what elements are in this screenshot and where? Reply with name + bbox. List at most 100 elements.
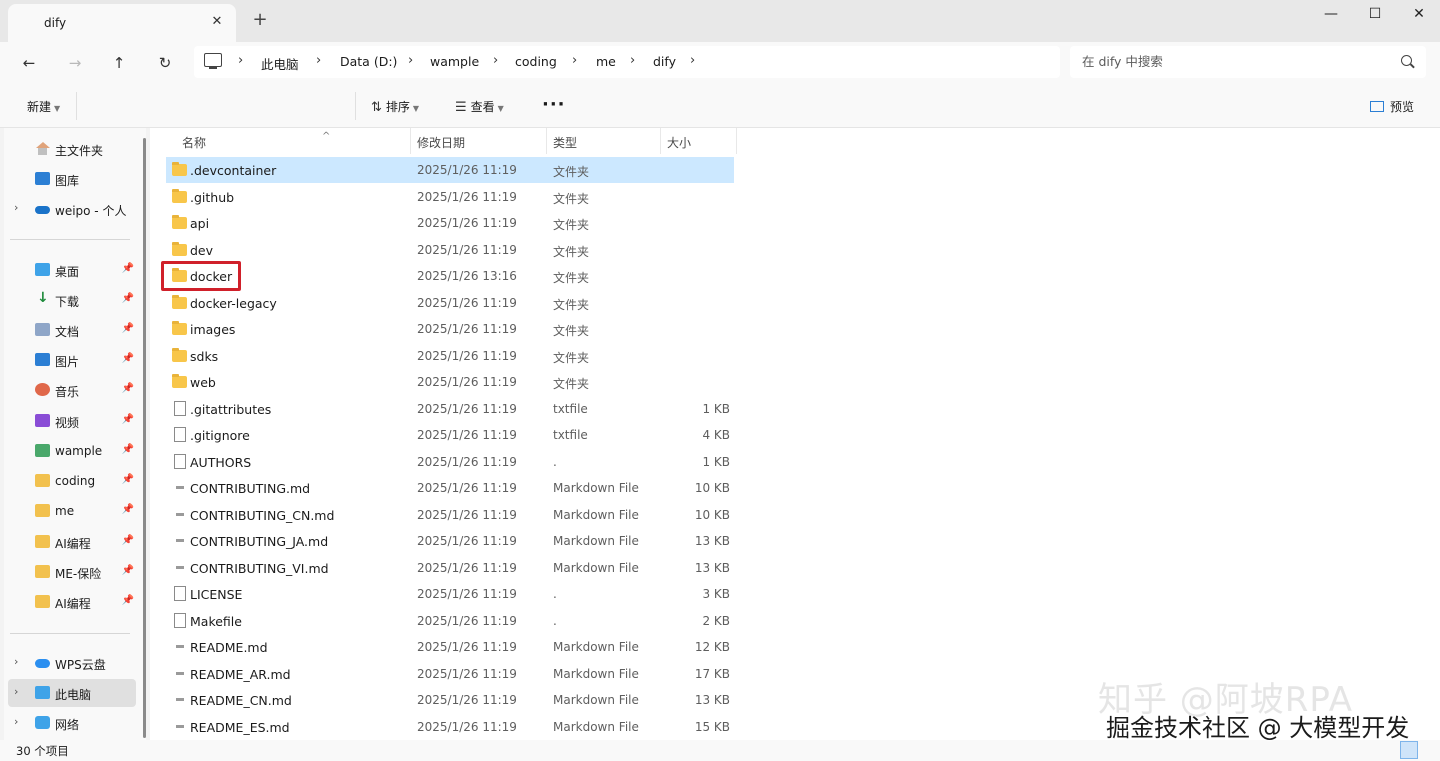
pin-icon[interactable]: 📌 (122, 474, 134, 485)
file-row[interactable]: README_AR.md 2025/1/26 11:19 Markdown File… (166, 661, 734, 687)
sidebar-item-videos[interactable]: 视频 📌 (8, 407, 136, 435)
file-row[interactable]: docker-legacy 2025/1/26 11:19 文件夹 (166, 290, 734, 316)
file-row[interactable]: .devcontainer 2025/1/26 11:19 文件夹 (166, 157, 734, 183)
file-row[interactable]: CONTRIBUTING_VI.md 2025/1/26 11:19 Markdow… (166, 555, 734, 581)
file-row[interactable]: web 2025/1/26 11:19 文件夹 (166, 369, 734, 395)
chevron-right-icon[interactable]: › (690, 53, 695, 68)
chevron-right-icon[interactable]: › (238, 53, 243, 68)
column-header-name[interactable]: 名称 ^ (182, 131, 410, 154)
chevron-right-icon[interactable]: › (14, 685, 18, 698)
column-header-date[interactable]: 修改日期 (417, 132, 545, 154)
chevron-right-icon[interactable]: › (14, 201, 18, 214)
sidebar-item-ai-coding-2[interactable]: AI编程 📌 (8, 588, 136, 616)
pin-icon[interactable]: 📌 (122, 504, 134, 515)
file-row[interactable]: docker 2025/1/26 13:16 文件夹 (166, 263, 734, 289)
sidebar-item-coding[interactable]: coding 📌 (8, 467, 136, 495)
file-row[interactable]: README.md 2025/1/26 11:19 Markdown File 12 … (166, 634, 734, 660)
details-view-icon[interactable] (1400, 741, 1418, 759)
breadcrumb-this-pc[interactable]: 此电脑 (261, 54, 299, 73)
pin-icon[interactable]: 📌 (122, 263, 134, 274)
sidebar-item-me-insurance[interactable]: ME-保险 📌 (8, 558, 136, 586)
file-row[interactable]: AUTHORS 2025/1/26 11:19. 1 KB (166, 449, 734, 475)
tab-dify[interactable]: dify ✕ (8, 4, 236, 42)
file-row[interactable]: sdks 2025/1/26 11:19 文件夹 (166, 343, 734, 369)
search-input[interactable] (1082, 54, 1382, 69)
file-row[interactable]: api 2025/1/26 11:19 文件夹 (166, 210, 734, 236)
breadcrumb-data-d[interactable]: Data (D:) (340, 54, 397, 69)
sidebar-item-this-pc[interactable]: › 此电脑 (8, 679, 136, 707)
more-options-button[interactable]: ··· (542, 94, 566, 115)
pin-icon[interactable]: 📌 (122, 444, 134, 455)
tiles-view-icon[interactable] (1420, 741, 1438, 759)
pin-icon[interactable]: 📌 (122, 535, 134, 546)
chevron-right-icon[interactable]: › (316, 53, 321, 68)
search-box[interactable] (1070, 46, 1426, 78)
column-divider[interactable] (660, 128, 661, 154)
breadcrumb-coding[interactable]: coding (515, 54, 557, 69)
sidebar-item-wample[interactable]: wample 📌 (8, 437, 136, 465)
chevron-right-icon[interactable]: › (14, 715, 18, 728)
tab-close-icon[interactable]: ✕ (208, 13, 226, 31)
sidebar-item-network[interactable]: › 网络 (8, 709, 136, 737)
sidebar-item-documents[interactable]: 文档 📌 (8, 316, 136, 344)
column-divider[interactable] (546, 128, 547, 154)
chevron-right-icon[interactable]: › (630, 53, 635, 68)
new-button[interactable]: 新建 ▼ (27, 98, 60, 115)
search-icon[interactable] (1401, 55, 1412, 66)
file-row[interactable]: .gitattributes 2025/1/26 11:19 txtfile 1 KB (166, 396, 734, 422)
sidebar-scrollbar[interactable] (143, 138, 146, 738)
breadcrumb-dify[interactable]: dify (653, 54, 676, 69)
chevron-right-icon[interactable]: › (572, 53, 577, 68)
up-arrow-icon[interactable]: ↑ (106, 50, 132, 76)
pin-icon[interactable]: 📌 (122, 353, 134, 364)
sort-button[interactable]: ⇅ 排序 ▼ (371, 98, 419, 115)
file-row[interactable]: CONTRIBUTING.md 2025/1/26 11:19 Markdown F… (166, 475, 734, 501)
address-bar[interactable]: › 此电脑 › Data (D:) › wample › coding › me… (194, 46, 1060, 78)
chevron-right-icon[interactable]: › (14, 655, 18, 668)
pin-icon[interactable]: 📌 (122, 565, 134, 576)
breadcrumb-me[interactable]: me (596, 54, 616, 69)
sidebar-item-ai-coding[interactable]: AI编程 📌 (8, 528, 136, 556)
file-row[interactable]: CONTRIBUTING_JA.md 2025/1/26 11:19 Markdow… (166, 528, 734, 554)
pin-icon[interactable]: 📌 (122, 323, 134, 334)
back-arrow-icon[interactable]: ← (16, 50, 42, 76)
new-tab-icon[interactable]: + (250, 11, 270, 31)
file-list-scrollbar[interactable] (1422, 128, 1438, 740)
column-divider[interactable] (410, 128, 411, 154)
chevron-right-icon[interactable]: › (408, 53, 413, 68)
file-row[interactable]: images 2025/1/26 11:19 文件夹 (166, 316, 734, 342)
breadcrumb-wample[interactable]: wample (430, 54, 479, 69)
column-divider[interactable] (736, 128, 737, 154)
pin-icon[interactable]: 📌 (122, 414, 134, 425)
pin-icon[interactable]: 📌 (122, 383, 134, 394)
preview-button[interactable]: 预览 (1370, 98, 1414, 115)
sidebar-item-downloads[interactable]: 下载 📌 (8, 286, 136, 314)
maximize-button[interactable]: ☐ (1352, 0, 1398, 30)
sidebar-item-home[interactable]: 主文件夹 (8, 135, 136, 163)
column-header-size[interactable]: 大小 (667, 132, 735, 154)
file-row[interactable]: README_ES.md 2025/1/26 11:19 Markdown File… (166, 714, 734, 740)
minimize-button[interactable]: — (1308, 0, 1354, 30)
column-header-type[interactable]: 类型 (553, 132, 661, 154)
sidebar-item-pictures[interactable]: 图片 📌 (8, 346, 136, 374)
sidebar-item-me[interactable]: me 📌 (8, 497, 136, 525)
view-button[interactable]: ☰ 查看 ▼ (455, 98, 504, 115)
file-row[interactable]: Makefile 2025/1/26 11:19. 2 KB (166, 608, 734, 634)
file-row[interactable]: .gitignore 2025/1/26 11:19 txtfile 4 KB (166, 422, 734, 448)
chevron-right-icon[interactable]: › (493, 53, 498, 68)
pin-icon[interactable]: 📌 (122, 595, 134, 606)
file-row[interactable]: README_CN.md 2025/1/26 11:19 Markdown File… (166, 687, 734, 713)
refresh-icon[interactable]: ↻ (152, 50, 178, 76)
sidebar-item-onedrive[interactable]: › weipo - 个人 (8, 195, 136, 223)
close-window-button[interactable]: ✕ (1396, 0, 1440, 30)
sidebar-item-music[interactable]: 音乐 📌 (8, 376, 136, 404)
file-row[interactable]: .github 2025/1/26 11:19 文件夹 (166, 184, 734, 210)
sidebar-item-desktop[interactable]: 桌面 📌 (8, 256, 136, 284)
forward-arrow-icon[interactable]: → (62, 50, 88, 76)
pin-icon[interactable]: 📌 (122, 293, 134, 304)
file-row[interactable]: dev 2025/1/26 11:19 文件夹 (166, 237, 734, 263)
sidebar-item-gallery[interactable]: 图库 (8, 165, 136, 193)
file-row[interactable]: CONTRIBUTING_CN.md 2025/1/26 11:19 Markdow… (166, 502, 734, 528)
sidebar-item-wps-cloud[interactable]: › WPS云盘 (8, 649, 136, 677)
file-row[interactable]: LICENSE 2025/1/26 11:19. 3 KB (166, 581, 734, 607)
